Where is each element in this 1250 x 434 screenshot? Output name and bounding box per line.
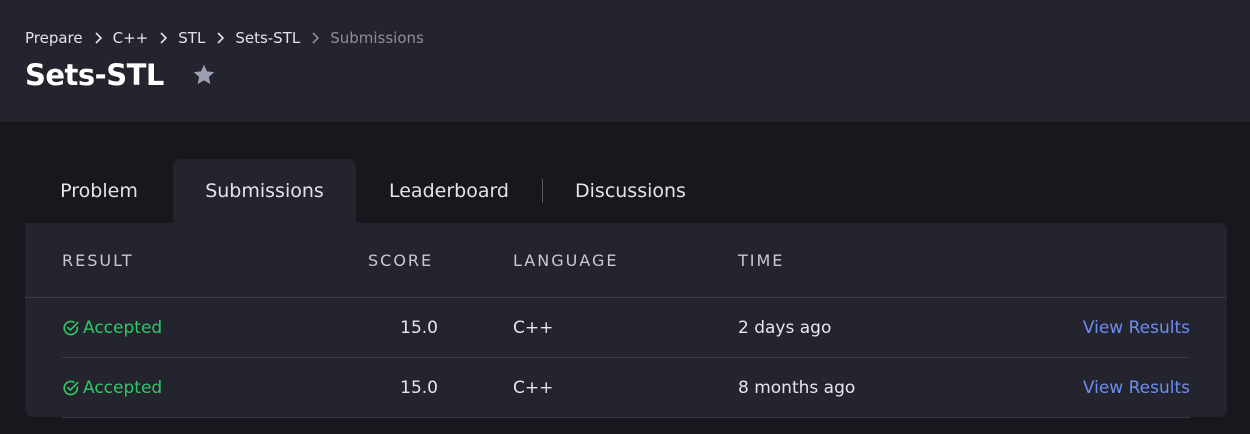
view-results-link[interactable]: View Results — [1083, 298, 1190, 358]
language-value: C++ — [513, 378, 554, 398]
table-header: RESULT SCORE LANGUAGE TIME — [25, 223, 1227, 298]
tab-bar: Problem Submissions Leaderboard Discussi… — [25, 159, 1227, 223]
breadcrumb-item-sets-stl[interactable]: Sets-STL — [235, 29, 300, 47]
check-circle-icon — [63, 320, 79, 336]
page-header: Prepare C++ STL Sets-STL Submissions Set… — [0, 0, 1250, 122]
chevron-right-icon — [148, 28, 178, 48]
tab-discussions[interactable]: Discussions — [543, 159, 718, 223]
column-header-language: LANGUAGE — [513, 251, 619, 270]
chevron-right-icon — [205, 28, 235, 48]
time-value: 2 days ago — [738, 318, 832, 338]
star-icon[interactable] — [190, 61, 218, 89]
view-results-link[interactable]: View Results — [1083, 358, 1190, 418]
breadcrumb-item-cpp[interactable]: C++ — [113, 29, 149, 47]
score-value: 15.0 — [400, 378, 438, 398]
table-row: Accepted 15.0 C++ 2 days ago View Result… — [62, 298, 1190, 358]
breadcrumb: Prepare C++ STL Sets-STL Submissions — [25, 28, 424, 48]
column-header-result: RESULT — [62, 251, 134, 270]
chevron-right-icon — [300, 28, 330, 48]
title-row: Sets-STL — [25, 55, 218, 95]
column-header-time: TIME — [738, 251, 785, 270]
score-value: 15.0 — [400, 318, 438, 338]
column-header-score: SCORE — [368, 251, 434, 270]
table-row: Accepted 15.0 C++ 8 months ago View Resu… — [62, 358, 1190, 418]
page-title: Sets-STL — [25, 58, 164, 92]
tab-leaderboard[interactable]: Leaderboard — [356, 159, 542, 223]
check-circle-icon — [63, 380, 79, 396]
result-status[interactable]: Accepted — [62, 298, 162, 358]
submissions-panel: RESULT SCORE LANGUAGE TIME Accepted 15.0… — [25, 223, 1227, 418]
breadcrumb-item-prepare[interactable]: Prepare — [25, 29, 83, 47]
breadcrumb-item-stl[interactable]: STL — [178, 29, 205, 47]
result-label: Accepted — [83, 378, 163, 398]
breadcrumb-item-submissions: Submissions — [330, 29, 424, 47]
tab-submissions[interactable]: Submissions — [173, 159, 356, 223]
language-value: C++ — [513, 318, 554, 338]
result-status[interactable]: Accepted — [62, 358, 162, 418]
result-label: Accepted — [83, 318, 163, 338]
time-value: 8 months ago — [738, 378, 856, 398]
chevron-right-icon — [83, 28, 113, 48]
tab-problem[interactable]: Problem — [25, 159, 173, 223]
